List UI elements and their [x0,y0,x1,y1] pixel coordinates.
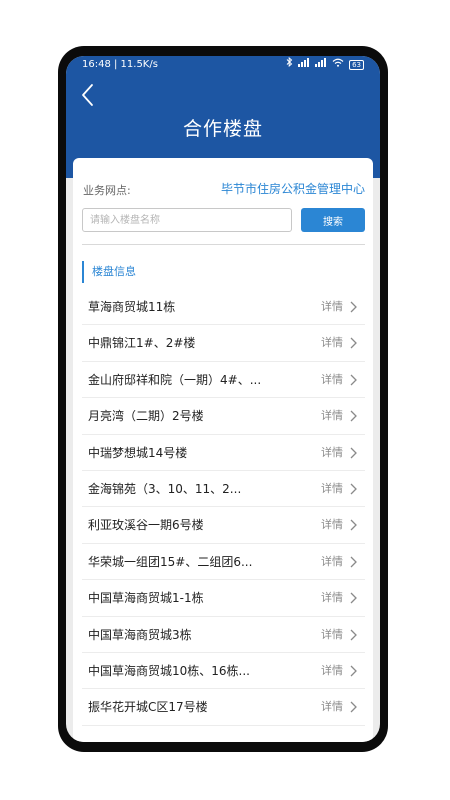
list-item[interactable]: 振华花开城C区17号楼 详情 [82,689,365,726]
estate-list: 草海商贸城11栋 详情 中鼎锦江1#、2#楼 详情 金山府邸祥和院（一期）4#、... 详… [82,289,365,726]
list-item[interactable]: 中瑞梦想城14号楼 详情 [82,435,365,471]
chevron-right-icon [350,337,357,349]
detail-link[interactable]: 详情 [321,544,343,580]
chevron-right-icon [350,556,357,568]
wifi-icon [332,56,344,74]
status-icons: 63 [286,56,364,74]
estate-name: 月亮湾（二期）2号楼 [88,409,204,424]
divider [82,244,365,245]
detail-link[interactable]: 详情 [321,689,343,725]
chevron-right-icon [350,519,357,531]
estate-name: 华荣城一组团15#、二组团6... [88,554,253,569]
estate-name: 利亚玫溪谷一期6号楼 [88,518,204,533]
list-item[interactable]: 华荣城一组团15#、二组团6... 详情 [82,544,365,581]
signal-icon [298,56,310,74]
chevron-left-icon [82,84,93,106]
chevron-right-icon [350,701,357,713]
detail-link[interactable]: 详情 [321,471,343,507]
chevron-right-icon [350,374,357,386]
estate-name: 中鼎锦江1#、2#楼 [88,336,196,351]
estate-name: 振华花开城C区17号楼 [88,700,208,715]
chevron-right-icon [350,410,357,422]
outlet-selector[interactable]: 毕节市住房公积金管理中心 [221,180,365,197]
detail-link[interactable]: 详情 [321,325,343,361]
estate-name: 中国草海商贸城1-1栋 [88,591,204,606]
detail-link[interactable]: 详情 [321,653,343,689]
search-input[interactable] [82,208,292,232]
list-item[interactable]: 草海商贸城11栋 详情 [82,289,365,326]
estate-name: 中瑞梦想城14号楼 [88,445,188,460]
estate-name: 中国草海商贸城3栋 [88,627,192,642]
detail-link[interactable]: 详情 [321,289,343,325]
chevron-right-icon [350,592,357,604]
status-time: 16:48 | 11.5K/s [82,59,158,70]
page-title: 合作楼盘 [182,118,263,140]
detail-link[interactable]: 详情 [321,580,343,616]
chevron-right-icon [350,447,357,459]
section-title: 楼盘信息 [82,261,136,283]
detail-link[interactable]: 详情 [321,507,343,543]
estate-name: 金山府邸祥和院（一期）4#、... [88,372,262,387]
chevron-right-icon [350,665,357,677]
estate-name: 草海商贸城11栋 [88,300,176,314]
list-item[interactable]: 金海锦苑（3、10、11、2... 详情 [82,471,365,508]
detail-link[interactable]: 详情 [321,398,343,434]
list-item[interactable]: 中国草海商贸城3栋 详情 [82,617,365,653]
list-item[interactable]: 利亚玫溪谷一期6号楼 详情 [82,507,365,544]
chevron-right-icon [350,629,357,640]
list-item[interactable]: 金山府邸祥和院（一期）4#、... 详情 [82,362,365,399]
detail-link[interactable]: 详情 [321,617,343,653]
search-button[interactable]: 搜索 [301,208,365,232]
detail-link[interactable]: 详情 [321,435,343,471]
list-item[interactable]: 中鼎锦江1#、2#楼 详情 [82,325,365,362]
outlet-label: 业务网点: [83,184,131,197]
estate-name: 中国草海商贸城10栋、16栋... [88,663,250,678]
bluetooth-icon [286,56,293,74]
content-card: 业务网点: 毕节市住房公积金管理中心 搜索 楼盘信息 草海商贸城11栋详情中鼎锦… [73,158,373,742]
list-item[interactable]: 中国草海商贸城1-1栋 详情 [82,580,365,617]
estate-name: 金海锦苑（3、10、11、2... [88,481,242,496]
back-button[interactable] [78,82,100,108]
app-screen: 16:48 | 11.5K/s 63 合作楼盘 业务网点: 毕节市住房公积金管理… [66,56,380,742]
list-item[interactable]: 月亮湾（二期）2号楼 详情 [82,398,365,435]
battery-icon: 63 [349,60,364,70]
signal-icon-2 [315,56,327,74]
detail-link[interactable]: 详情 [321,362,343,398]
chevron-right-icon [350,483,357,495]
list-item[interactable]: 中国草海商贸城10栋、16栋... 详情 [82,653,365,690]
chevron-right-icon [350,301,357,313]
status-bar: 16:48 | 11.5K/s 63 [66,56,380,74]
